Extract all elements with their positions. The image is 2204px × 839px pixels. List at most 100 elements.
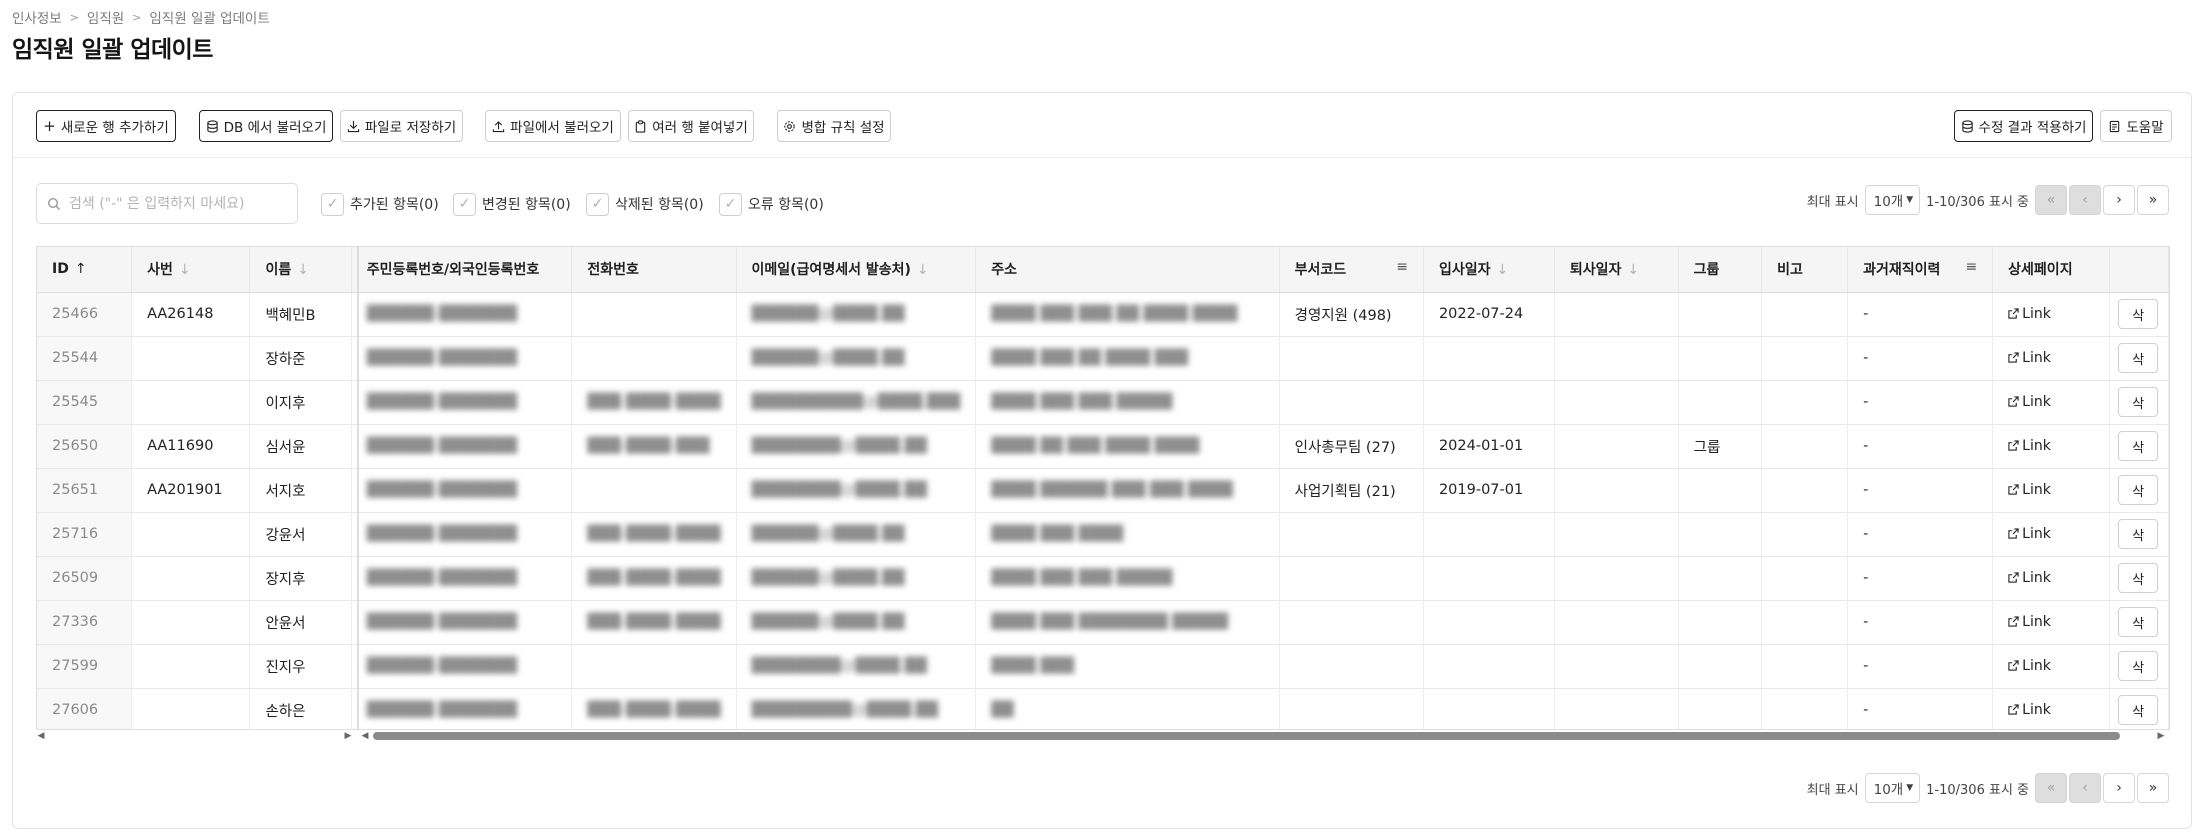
cell-leave[interactable] bbox=[1554, 512, 1679, 557]
last-page-button[interactable]: » bbox=[2137, 773, 2169, 803]
cell-leave[interactable] bbox=[1554, 336, 1679, 381]
cell-email[interactable]: ██████@████.██ bbox=[736, 556, 977, 601]
cell-group[interactable] bbox=[1678, 468, 1763, 513]
col-header-name[interactable]: 이름 ↓ bbox=[249, 247, 352, 293]
cell-rrn[interactable]: ██████-███████ bbox=[351, 292, 573, 337]
cell-rrn[interactable]: ██████-███████ bbox=[351, 380, 573, 425]
cell-history[interactable]: - bbox=[1847, 336, 1994, 381]
delete-row-button[interactable]: 삭 bbox=[2118, 431, 2159, 461]
cell-id[interactable]: 25650 bbox=[37, 424, 133, 469]
first-page-button[interactable]: « bbox=[2035, 185, 2067, 215]
cell-history[interactable]: - bbox=[1847, 380, 1994, 425]
cell-group[interactable] bbox=[1678, 600, 1763, 645]
cell-rrn[interactable]: ██████-███████ bbox=[351, 424, 573, 469]
next-page-button[interactable]: › bbox=[2103, 185, 2135, 215]
filter-icon[interactable]: ≡ bbox=[1965, 259, 1977, 275]
cell-sabun[interactable] bbox=[131, 556, 251, 601]
cell-phone[interactable]: ███-████-████ bbox=[571, 512, 737, 557]
cell-phone[interactable] bbox=[571, 468, 737, 513]
cell-sabun[interactable] bbox=[131, 336, 251, 381]
cell-leave[interactable] bbox=[1554, 424, 1679, 469]
cell-address[interactable]: ██ bbox=[975, 688, 1280, 729]
cell-email[interactable]: ████████@████.██ bbox=[736, 424, 977, 469]
cell-group[interactable] bbox=[1678, 556, 1763, 601]
cell-name[interactable]: 강윤서 bbox=[249, 512, 352, 557]
cell-leave[interactable] bbox=[1554, 468, 1679, 513]
load-db-button[interactable]: DB 에서 불러오기 bbox=[199, 110, 333, 142]
col-header-history[interactable]: 과거재직이력 ≡ bbox=[1847, 247, 1994, 293]
cell-address[interactable]: ████ ███ ██ ████ ███ bbox=[975, 336, 1280, 381]
merge-rules-button[interactable]: 병합 규칙 설정 bbox=[777, 110, 891, 142]
cell-name[interactable]: 심서윤 bbox=[249, 424, 352, 469]
load-file-button[interactable]: 파일에서 불러오기 bbox=[485, 110, 621, 142]
cell-dept[interactable] bbox=[1279, 556, 1424, 601]
cell-rrn[interactable]: ██████-███████ bbox=[351, 688, 573, 729]
cell-history[interactable]: - bbox=[1847, 556, 1994, 601]
cell-join[interactable]: 2022-07-24 bbox=[1423, 292, 1555, 337]
cell-note[interactable] bbox=[1761, 380, 1849, 425]
cell-group[interactable] bbox=[1678, 512, 1763, 557]
scroll-left-icon[interactable]: ◀ bbox=[36, 729, 46, 743]
save-file-button[interactable]: 파일로 저장하기 bbox=[340, 110, 463, 142]
col-header-leave[interactable]: 퇴사일자 ↓ bbox=[1554, 247, 1679, 293]
scroll-right-icon[interactable]: ▶ bbox=[343, 729, 353, 743]
cell-dept[interactable]: 사업기획팀 (21) bbox=[1279, 468, 1424, 513]
scroll-left-icon[interactable]: ◀ bbox=[360, 729, 370, 743]
cell-address[interactable]: ████ ███ ████████ █████ bbox=[975, 600, 1280, 645]
cell-name[interactable]: 이지후 bbox=[249, 380, 352, 425]
breadcrumb-item[interactable]: 인사정보 bbox=[12, 7, 62, 27]
delete-row-button[interactable]: 삭 bbox=[2118, 695, 2159, 725]
pinned-scrollbar[interactable]: ◀ ▶ bbox=[36, 729, 356, 743]
cell-note[interactable] bbox=[1761, 644, 1849, 689]
filter-icon[interactable]: ≡ bbox=[1396, 259, 1408, 275]
detail-link[interactable]: Link bbox=[2008, 614, 2051, 630]
col-header-email[interactable]: 이메일(급여명세서 발송처) ↓ bbox=[736, 247, 977, 293]
cell-note[interactable] bbox=[1761, 512, 1849, 557]
cell-email[interactable]: █████████@████.██ bbox=[736, 688, 977, 729]
cell-join[interactable] bbox=[1423, 336, 1555, 381]
cell-join[interactable]: 2019-07-01 bbox=[1423, 468, 1555, 513]
cell-history[interactable]: - bbox=[1847, 468, 1994, 513]
cell-id[interactable]: 25716 bbox=[37, 512, 133, 557]
cell-phone[interactable] bbox=[571, 336, 737, 381]
detail-link[interactable]: Link bbox=[2008, 306, 2051, 322]
cell-dept[interactable] bbox=[1279, 644, 1424, 689]
checkbox-icon[interactable]: ✓ bbox=[321, 192, 344, 216]
cell-address[interactable]: ████ ███ bbox=[975, 644, 1280, 689]
cell-email[interactable]: ██████████@████.███ bbox=[736, 380, 977, 425]
cell-id[interactable]: 26509 bbox=[37, 556, 133, 601]
cell-email[interactable]: ██████@████.██ bbox=[736, 292, 977, 337]
cell-id[interactable]: 27606 bbox=[37, 688, 133, 729]
cell-history[interactable]: - bbox=[1847, 292, 1994, 337]
cell-name[interactable]: 진지우 bbox=[249, 644, 352, 689]
detail-link[interactable]: Link bbox=[2008, 482, 2051, 498]
cell-note[interactable] bbox=[1761, 600, 1849, 645]
cell-leave[interactable] bbox=[1554, 292, 1679, 337]
detail-link[interactable]: Link bbox=[2008, 350, 2051, 366]
cell-email[interactable]: ████████@████.██ bbox=[736, 644, 977, 689]
detail-link[interactable]: Link bbox=[2008, 438, 2051, 454]
main-scrollbar[interactable]: ◀ ▶ bbox=[360, 729, 2170, 743]
cell-phone[interactable] bbox=[571, 292, 737, 337]
cell-group[interactable]: 그룹 bbox=[1678, 424, 1763, 469]
col-header-dept[interactable]: 부서코드 ≡ bbox=[1279, 247, 1424, 293]
checkbox-icon[interactable]: ✓ bbox=[719, 192, 742, 216]
first-page-button[interactable]: « bbox=[2035, 773, 2067, 803]
cell-group[interactable] bbox=[1678, 292, 1763, 337]
help-button[interactable]: 도움말 bbox=[2100, 110, 2172, 142]
cell-sabun[interactable]: AA26148 bbox=[131, 292, 251, 337]
cell-rrn[interactable]: ██████-███████ bbox=[351, 556, 573, 601]
cell-rrn[interactable]: ██████-███████ bbox=[351, 512, 573, 557]
filter-deleted[interactable]: ✓ 삭제된 항목(0) bbox=[586, 191, 704, 217]
cell-id[interactable]: 25651 bbox=[37, 468, 133, 513]
last-page-button[interactable]: » bbox=[2137, 185, 2169, 215]
cell-id[interactable]: 25466 bbox=[37, 292, 133, 337]
cell-name[interactable]: 장하준 bbox=[249, 336, 352, 381]
col-header-address[interactable]: 주소 bbox=[975, 247, 1280, 293]
page-size-select[interactable]: 10개 ▼ bbox=[1864, 185, 1921, 215]
cell-note[interactable] bbox=[1761, 424, 1849, 469]
detail-link[interactable]: Link bbox=[2008, 526, 2051, 542]
cell-dept[interactable] bbox=[1279, 600, 1424, 645]
cell-join[interactable] bbox=[1423, 512, 1555, 557]
cell-group[interactable] bbox=[1678, 644, 1763, 689]
